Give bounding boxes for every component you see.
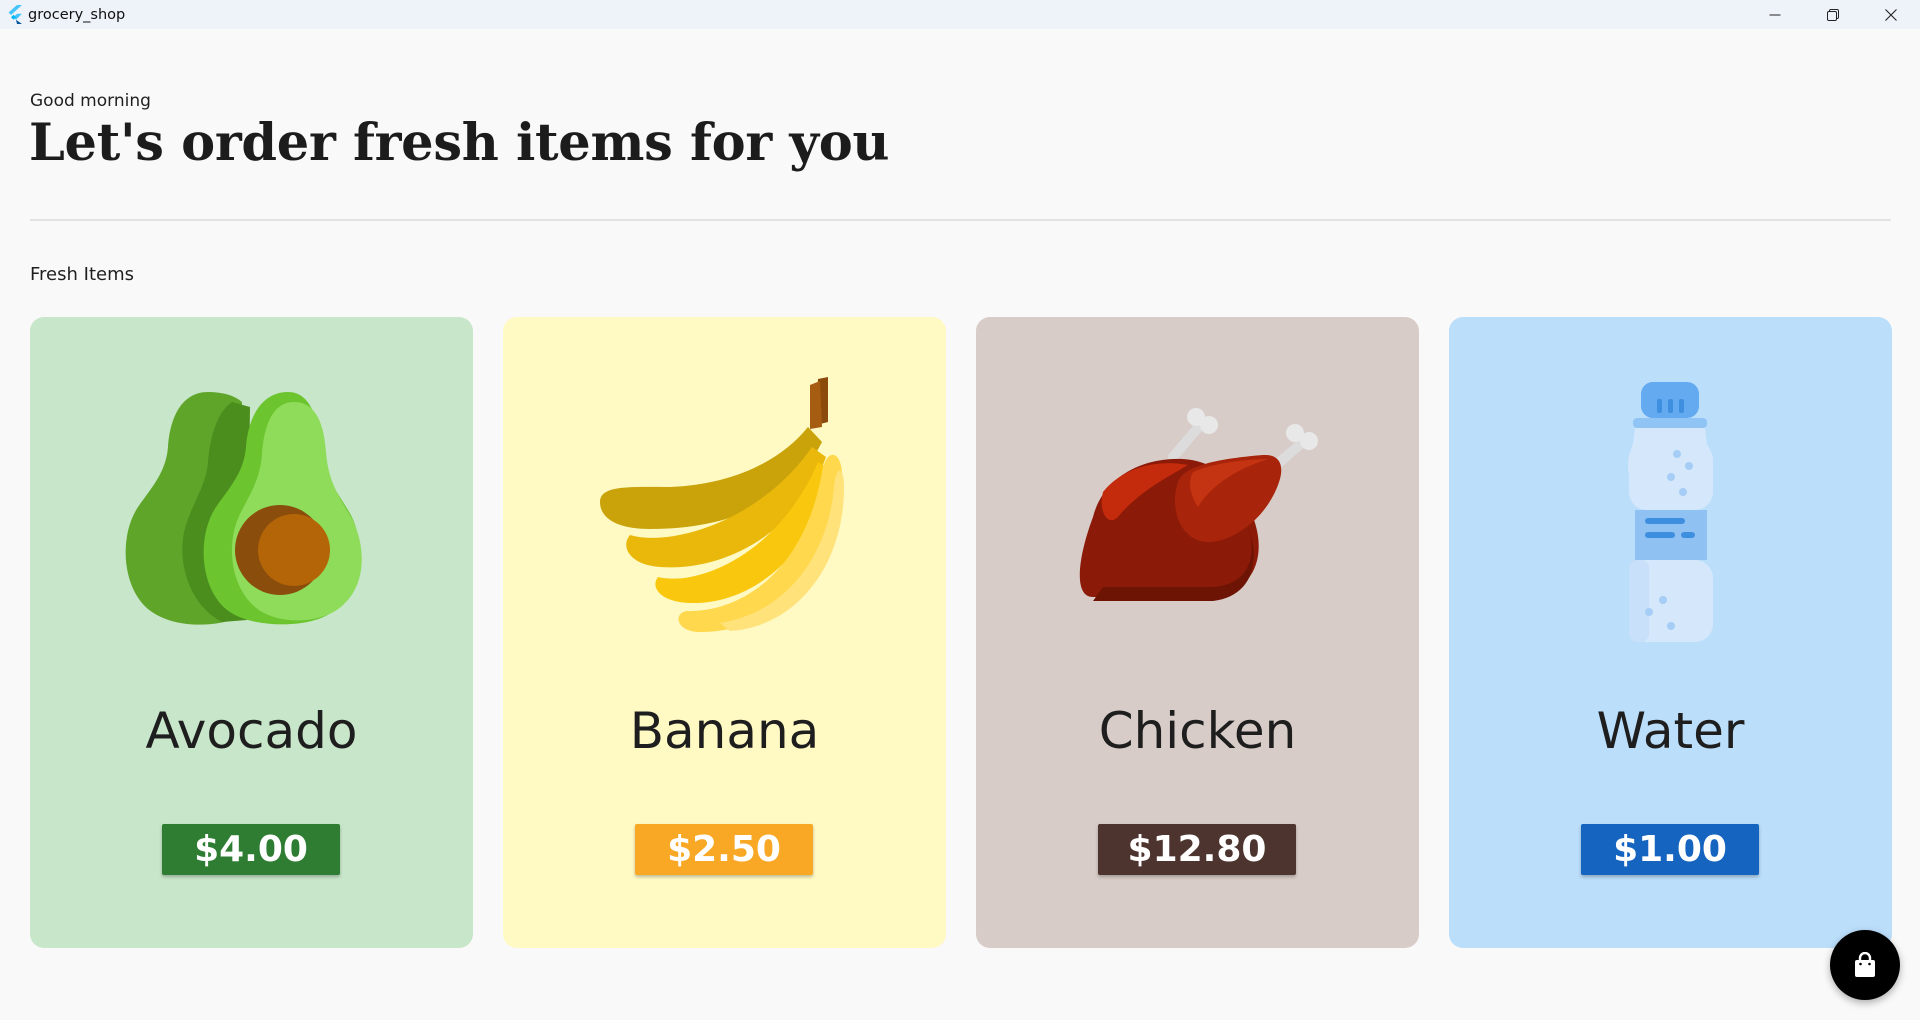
minimize-icon xyxy=(1769,14,1781,15)
item-card-water[interactable]: Water $1.00 xyxy=(1449,317,1892,948)
fresh-items-grid: Avocado $4.00 Banana $2.50 Chicken $12.8… xyxy=(30,317,1892,948)
restore-button[interactable] xyxy=(1804,0,1862,29)
section-label: Fresh Items xyxy=(30,264,134,285)
item-card-chicken[interactable]: Chicken $12.80 xyxy=(976,317,1419,948)
item-name: Banana xyxy=(629,702,820,760)
shopping-bag-icon xyxy=(1855,952,1875,977)
window-title: grocery_shop xyxy=(28,6,126,23)
price-button[interactable]: $1.00 xyxy=(1581,824,1759,875)
price-button[interactable]: $12.80 xyxy=(1098,824,1296,875)
avocado-icon xyxy=(30,377,473,647)
chicken-icon xyxy=(976,377,1419,647)
price-button[interactable]: $2.50 xyxy=(635,824,813,875)
window-controls xyxy=(1746,0,1920,29)
water-bottle-icon xyxy=(1449,377,1892,647)
item-card-avocado[interactable]: Avocado $4.00 xyxy=(30,317,473,948)
greeting-text: Good morning xyxy=(30,91,151,111)
item-card-banana[interactable]: Banana $2.50 xyxy=(503,317,946,948)
banana-icon xyxy=(503,377,946,647)
item-name: Avocado xyxy=(145,702,358,760)
header-divider xyxy=(30,219,1891,221)
flutter-logo-icon xyxy=(4,4,26,26)
title-bar: grocery_shop xyxy=(0,0,1920,29)
close-button[interactable] xyxy=(1862,0,1920,29)
item-name: Water xyxy=(1596,702,1745,760)
price-button[interactable]: $4.00 xyxy=(162,824,340,875)
page-headline: Let's order fresh items for you xyxy=(29,113,890,173)
restore-icon xyxy=(1827,8,1839,21)
minimize-button[interactable] xyxy=(1746,0,1804,29)
close-icon xyxy=(1885,8,1897,21)
cart-button[interactable] xyxy=(1830,930,1900,1000)
item-name: Chicken xyxy=(1098,702,1297,760)
